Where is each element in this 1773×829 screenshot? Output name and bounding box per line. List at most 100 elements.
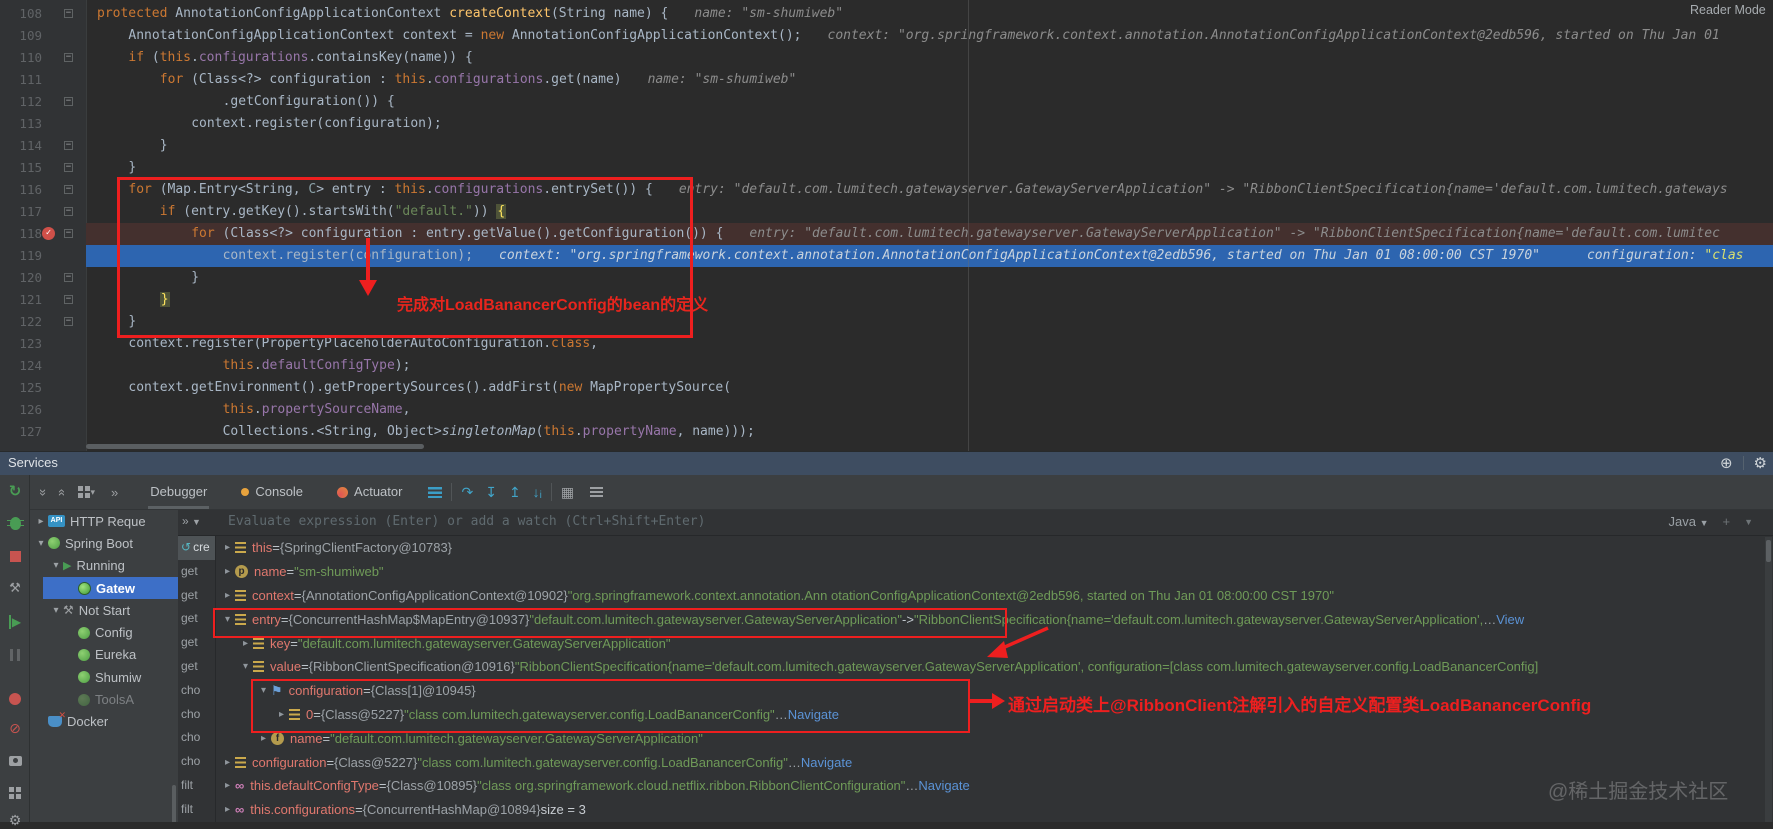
stack-frame[interactable]: filt [178, 774, 215, 798]
variable-row-this-configurations[interactable]: ▸ ∞ this.configurations = {ConcurrentHashM… [216, 798, 1773, 822]
stack-frame[interactable]: cho [178, 750, 215, 774]
stack-frame[interactable]: get [178, 607, 215, 631]
variable-chevron-icon[interactable]: ▸ [220, 757, 235, 768]
watch-input[interactable]: Evaluate expression (Enter) or add a wat… [228, 514, 705, 529]
variable-row-this[interactable]: ▸ this = {SpringClientFactory@10783} [216, 536, 1773, 560]
sidebar-item-config[interactable]: Config [30, 621, 178, 643]
variable-row-entry[interactable]: ▾ entry = {ConcurrentHashMap$MapEntry@109… [216, 607, 1773, 631]
variable-row-this-defaultConfigType[interactable]: ▸ ∞ this.defaultConfigType = {Class@10895}… [216, 774, 1773, 798]
pause-icon[interactable] [0, 646, 30, 662]
language-selector[interactable]: Java ▼ [1668, 514, 1708, 529]
target-icon[interactable]: ⊕ [1720, 454, 1733, 472]
tree-chevron-icon[interactable]: ▾ [34, 538, 48, 549]
debug-icon[interactable] [0, 514, 30, 530]
stack-frame[interactable]: get [178, 584, 215, 608]
variable-chevron-icon[interactable]: ▸ [220, 804, 235, 815]
sidebar-item-toolsa[interactable]: ToolsA [30, 688, 178, 710]
variable-row-configuration[interactable]: ▸ configuration = {Class@5227} "class com… [216, 750, 1773, 774]
sidebar-item-gatew[interactable]: Gatew [43, 576, 178, 600]
navigate-link[interactable]: Navigate [801, 755, 852, 770]
fold-marker[interactable]: − [64, 53, 73, 62]
variable-chevron-icon[interactable]: ▾ [256, 685, 271, 696]
variable-chevron-icon[interactable]: ▾ [238, 661, 253, 672]
gear-icon[interactable]: ⚙ [1754, 454, 1767, 472]
variables-scrollbar-track[interactable] [1765, 537, 1772, 822]
fold-marker[interactable]: − [64, 273, 73, 282]
variable-chevron-icon[interactable]: ▸ [220, 566, 235, 577]
wrench-icon[interactable]: ⚒ [0, 579, 30, 596]
stack-frame[interactable]: ↺ cre [178, 536, 215, 560]
fold-marker[interactable]: − [64, 317, 73, 326]
fold-marker[interactable]: − [64, 97, 73, 106]
services-tree[interactable]: ▸ API HTTP Reque ▾ Spring Boot ▾ ▶ Running Gatew… [30, 510, 178, 822]
sidebar-item-docker[interactable]: Docker [30, 711, 178, 733]
variable-row-name[interactable]: ▸ p name = "sm-shumiweb" [216, 560, 1773, 584]
stack-frame[interactable]: cho [178, 679, 215, 703]
settings-gear-icon[interactable]: ⚙ [0, 812, 30, 829]
reader-mode-label[interactable]: Reader Mode [1690, 3, 1766, 17]
stop-icon[interactable] [0, 547, 30, 563]
step-out-icon[interactable]: ↥ [509, 484, 521, 501]
fold-marker[interactable]: − [64, 185, 73, 194]
add-watch-icon[interactable]: + [1722, 514, 1730, 529]
variable-row-value[interactable]: ▾ value = {RibbonClientSpecification@1091… [216, 655, 1773, 679]
fold-marker[interactable]: − [64, 9, 73, 18]
navigate-link[interactable]: Navigate [918, 778, 969, 793]
fold-marker[interactable]: − [64, 207, 73, 216]
expand-all-icon[interactable]: » [36, 488, 51, 495]
variable-chevron-icon[interactable]: ▸ [274, 709, 289, 720]
run-to-cursor-icon[interactable]: ↓ᵢ [533, 484, 542, 500]
fold-marker[interactable]: − [64, 163, 73, 172]
tab-debugger[interactable]: Debugger [146, 475, 211, 509]
watch-bar[interactable]: » ▼ Evaluate expression (Enter) or add a… [178, 510, 1773, 536]
fold-marker[interactable]: − [64, 229, 73, 238]
sidebar-item-not-start[interactable]: ▾ ⚒ Not Start [30, 599, 178, 621]
thread-dump-icon[interactable] [0, 752, 30, 768]
services-panel-header[interactable]: Services ⊕ ⚙ [0, 451, 1773, 475]
variable-row-context[interactable]: ▸ context = {AnnotationConfigApplicationC… [216, 584, 1773, 608]
variable-chevron-icon[interactable]: ▸ [220, 780, 235, 791]
tab-console[interactable]: Console [237, 475, 307, 509]
stack-frame[interactable]: get [178, 560, 215, 584]
tree-scrollbar[interactable] [172, 785, 176, 822]
navigate-link[interactable]: View [1496, 612, 1524, 627]
tab-actuator[interactable]: Actuator [333, 475, 406, 509]
tree-chevron-icon[interactable]: ▾ [49, 560, 63, 571]
sidebar-item-shumiw[interactable]: Shumiw [30, 666, 178, 688]
tree-chevron-icon[interactable]: ▾ [49, 605, 63, 616]
variables-panel[interactable]: ▸ this = {SpringClientFactory@10783} ▸ p nam… [216, 536, 1773, 822]
sidebar-item-eureka[interactable]: Eureka [30, 644, 178, 666]
variable-chevron-icon[interactable]: ▾ [220, 614, 235, 625]
editor-horizontal-scrollbar[interactable] [86, 444, 424, 449]
variable-chevron-icon[interactable]: ▸ [220, 590, 235, 601]
tree-chevron-icon[interactable]: ▸ [34, 516, 48, 527]
stack-frame[interactable]: cho [178, 703, 215, 727]
variable-chevron-icon[interactable]: ▸ [256, 733, 271, 744]
stack-frame[interactable]: cho [178, 726, 215, 750]
fold-marker[interactable]: − [64, 295, 73, 304]
layout-grid-icon[interactable] [0, 784, 30, 800]
sidebar-item-running[interactable]: ▾ ▶ Running [30, 555, 178, 577]
resume-icon[interactable]: ▶ [0, 613, 30, 629]
chevron-double-right-icon[interactable]: » [182, 514, 189, 528]
collapse-all-icon[interactable]: » [53, 488, 68, 495]
stack-frame[interactable]: filt [178, 798, 215, 822]
frames-list[interactable]: ↺ cre get get get get get cho cho cho cho filt filt [178, 536, 216, 822]
rerun-icon[interactable]: ↻ [0, 482, 30, 500]
stack-frame[interactable]: get [178, 631, 215, 655]
breakpoint-icon[interactable]: ✓ [42, 227, 55, 240]
show-execution-point-icon[interactable]: ↷ [461, 484, 473, 501]
layout-settings-icon[interactable] [428, 486, 443, 498]
group-by-icon[interactable] [78, 486, 91, 498]
mute-breakpoints-icon[interactable] [0, 690, 30, 706]
caret-down-icon[interactable]: ▼ [1744, 517, 1753, 527]
caret-down-icon[interactable]: ▼ [192, 517, 201, 527]
settings-lines-icon[interactable] [590, 487, 604, 497]
variable-chevron-icon[interactable]: ▸ [220, 542, 235, 553]
fold-marker[interactable]: − [64, 141, 73, 150]
view-as-table-icon[interactable]: ▦ [561, 484, 574, 501]
variable-chevron-icon[interactable]: ▸ [238, 638, 253, 649]
sidebar-item-spring-boot[interactable]: ▾ Spring Boot [30, 532, 178, 554]
variable-row-key[interactable]: ▸ key = "default.com.lumitech.gatewayserv… [216, 631, 1773, 655]
no-breakpoints-icon[interactable]: ⊘ [0, 720, 30, 737]
